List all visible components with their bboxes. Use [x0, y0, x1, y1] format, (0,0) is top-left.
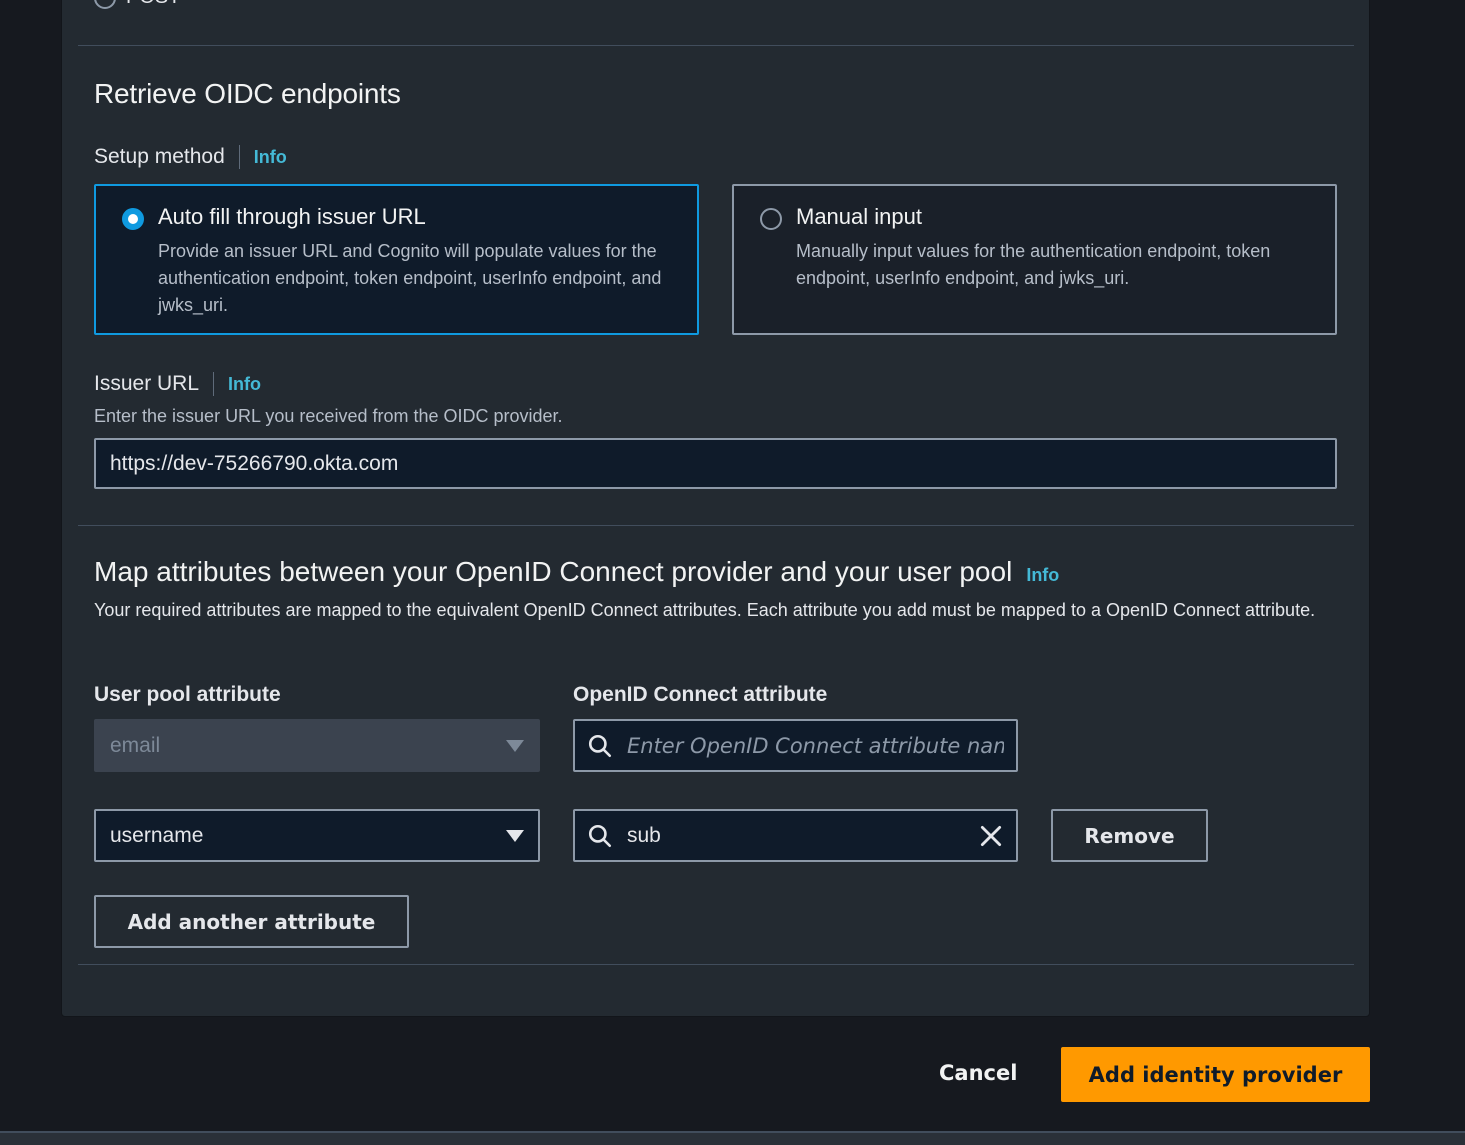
clear-icon[interactable] [978, 823, 1004, 849]
previous-radio-option[interactable]: POST [94, 0, 180, 9]
issuer-url-description: Enter the issuer URL you received from t… [94, 406, 563, 426]
tile-auto-fill-title: Auto fill through issuer URL [158, 204, 426, 229]
issuer-url-info-link[interactable]: Info [228, 374, 261, 395]
section-divider [78, 964, 1354, 965]
search-icon [588, 824, 612, 847]
tile-manual-input-content: Manual input Manually input values for t… [796, 204, 1315, 333]
search-icon [588, 734, 612, 757]
label-separator [213, 372, 215, 396]
oidc-section-title: Retrieve OIDC endpoints [94, 78, 401, 109]
oidc-attribute-input[interactable] [627, 733, 1004, 758]
user-pool-attribute-header: User pool attribute [94, 683, 281, 706]
tile-auto-fill-content: Auto fill through issuer URL Provide an … [158, 204, 677, 333]
setup-method-label: Setup method Info [94, 145, 287, 169]
tile-auto-fill-desc: Provide an issuer URL and Cognito will p… [158, 241, 662, 315]
add-identity-provider-button[interactable]: Add identity provider [1061, 1047, 1370, 1102]
oidc-attribute-value[interactable]: sub [627, 824, 964, 848]
caret-down-icon [506, 829, 524, 842]
section-divider [78, 525, 1354, 526]
issuer-url-label: Issuer URL Info [94, 372, 261, 396]
setup-method-info-link[interactable]: Info [254, 147, 287, 168]
issuer-url-text: Issuer URL [94, 372, 200, 395]
issuer-url-value: https://dev-75266790.okta.com [110, 451, 399, 475]
user-pool-attribute-select[interactable]: username [94, 809, 540, 862]
cancel-button[interactable]: Cancel [939, 1061, 1017, 1085]
add-another-attribute-button[interactable]: Add another attribute [94, 895, 409, 948]
mapping-info-link[interactable]: Info [1026, 565, 1059, 586]
issuer-url-input[interactable]: https://dev-75266790.okta.com [94, 438, 1337, 489]
label-separator [238, 145, 240, 169]
tile-manual-input-title: Manual input [796, 204, 922, 229]
section-divider [78, 45, 1354, 46]
user-pool-attribute-value: username [110, 823, 204, 847]
tile-manual-input[interactable]: Manual input Manually input values for t… [732, 184, 1337, 335]
setup-method-text: Setup method [94, 145, 225, 168]
mapping-description: Your required attributes are mapped to t… [94, 600, 1316, 620]
tile-manual-input-desc: Manually input values for the authentica… [796, 241, 1271, 288]
oidc-attribute-search[interactable] [573, 719, 1018, 772]
remove-button[interactable]: Remove [1051, 809, 1208, 862]
caret-down-icon [506, 739, 524, 752]
previous-radio-label: POST [126, 0, 180, 9]
radio-manual-input[interactable] [760, 208, 782, 230]
page: POST Retrieve OIDC endpoints Setup metho… [0, 0, 1465, 1145]
mapping-section-title: Map attributes between your OpenID Conne… [94, 556, 1013, 587]
bottom-bar [0, 1131, 1465, 1145]
oidc-attribute-header: OpenID Connect attribute [573, 683, 828, 706]
user-pool-attribute-value: email [110, 733, 161, 757]
user-pool-attribute-select: email [94, 719, 540, 772]
radio-auto-fill[interactable] [122, 208, 144, 230]
mapping-header: Map attributes between your OpenID Conne… [94, 556, 1059, 588]
oidc-attribute-search[interactable]: sub [573, 809, 1018, 862]
radio-button[interactable] [94, 0, 116, 9]
tile-auto-fill[interactable]: Auto fill through issuer URL Provide an … [94, 184, 699, 335]
